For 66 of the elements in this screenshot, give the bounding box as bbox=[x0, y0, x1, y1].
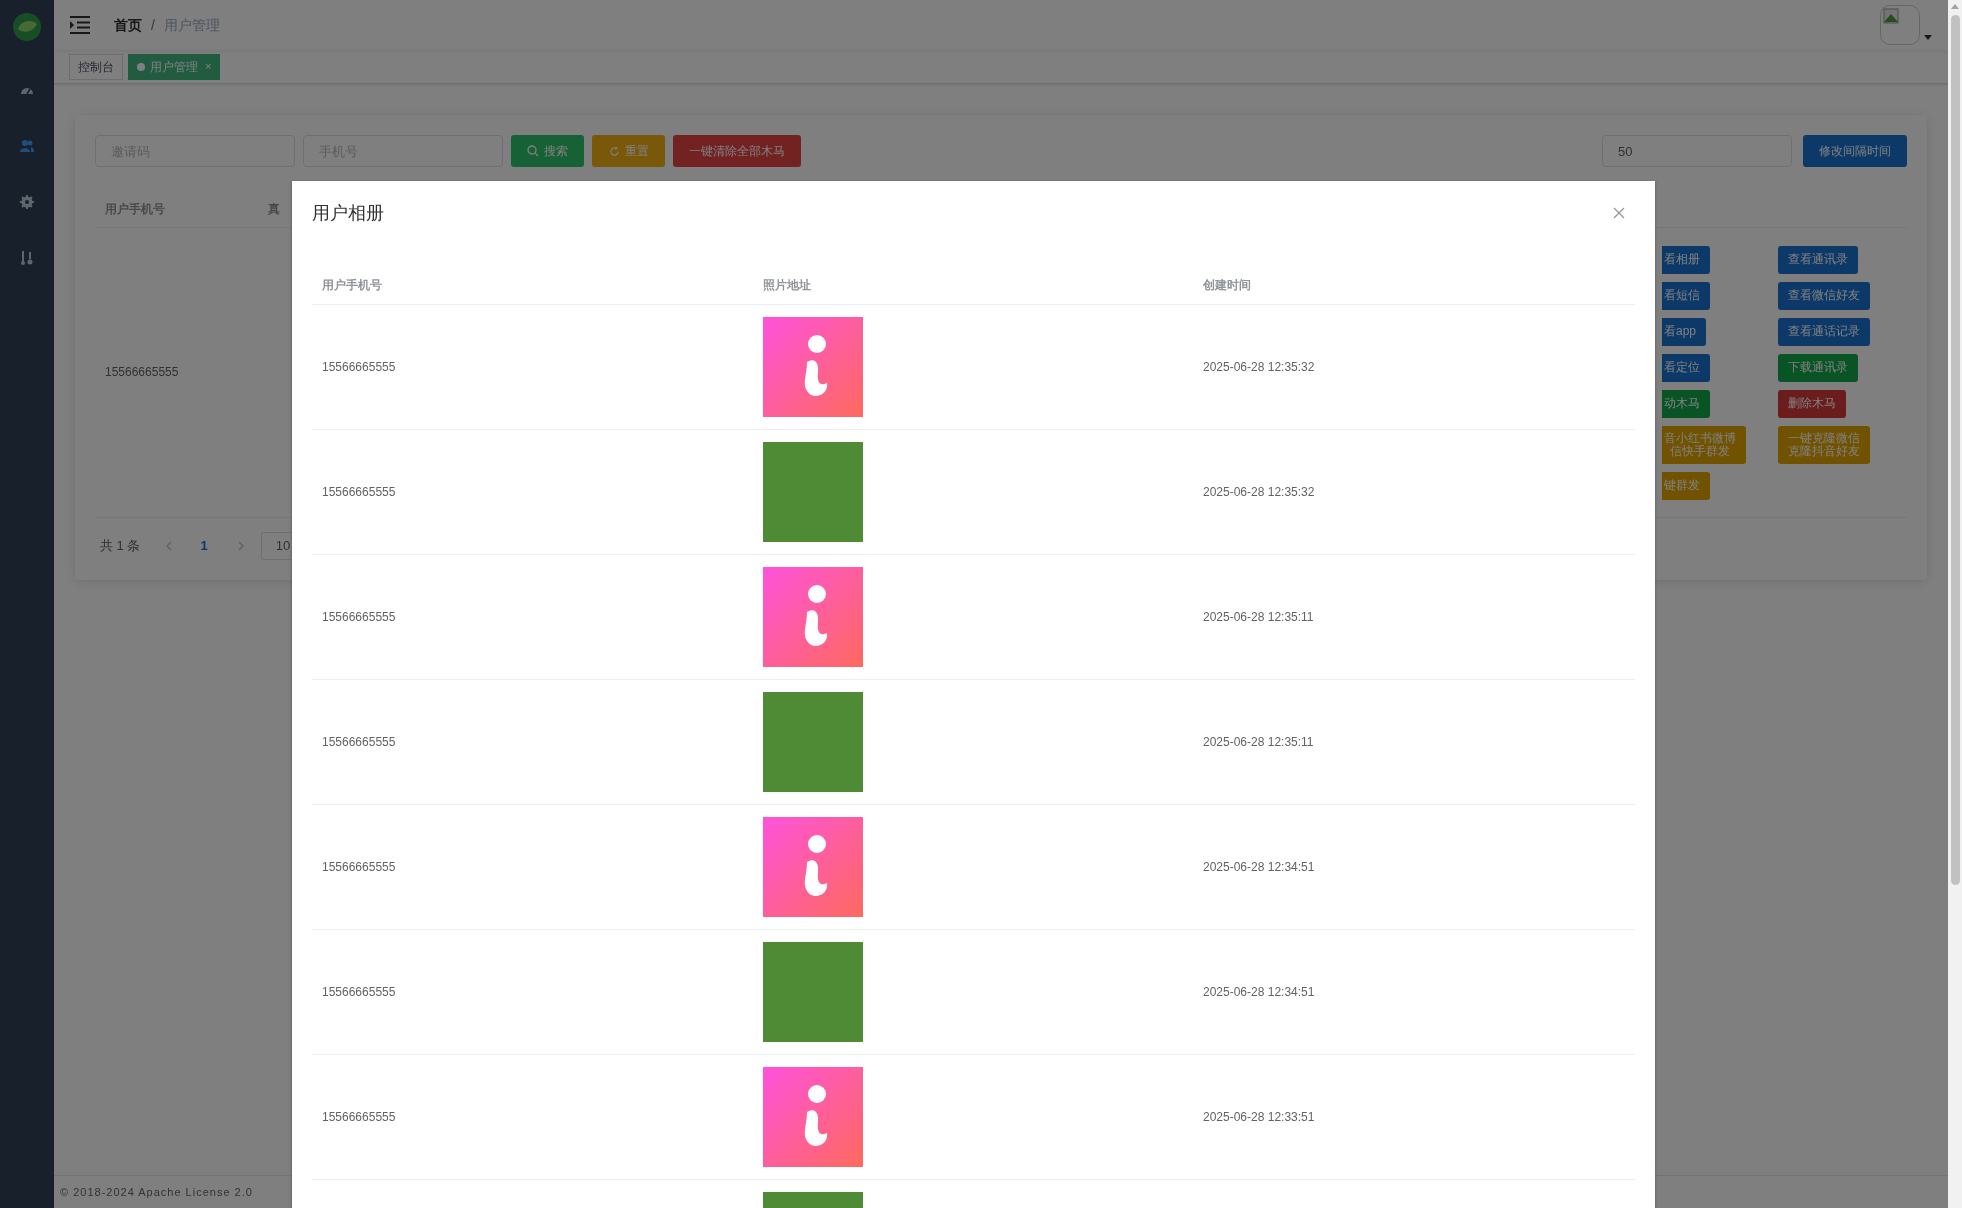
table-cell: 15566665555 bbox=[322, 1110, 396, 1124]
table-cell: 2025-06-28 12:35:32 bbox=[1203, 360, 1315, 374]
action-button[interactable]: 动木马 bbox=[1662, 389, 1710, 418]
danger-button[interactable]: 一键清除全部木马 bbox=[673, 135, 801, 167]
table-cell: 15566665555 bbox=[322, 360, 396, 374]
search-icon bbox=[527, 145, 539, 157]
table-cell: 15566665555 bbox=[322, 485, 396, 499]
tab[interactable]: 用户管理 × bbox=[128, 53, 221, 80]
footer-text: © 2018-2024 Apache License 2.0 bbox=[60, 1184, 253, 1200]
dialog-title: 用户相册 bbox=[312, 201, 384, 225]
column-header: 用户手机号 bbox=[321, 276, 383, 294]
action-button[interactable]: 查看通话记录 bbox=[1778, 317, 1870, 346]
table-cell: 2025-06-28 12:35:11 bbox=[1203, 735, 1314, 749]
table-cell: 2025-06-28 12:33:51 bbox=[1203, 1110, 1315, 1124]
close-icon[interactable] bbox=[1613, 207, 1625, 219]
page-number[interactable]: 1 bbox=[200, 536, 208, 556]
app-icon bbox=[763, 817, 863, 917]
action-button[interactable]: 键群发 bbox=[1662, 471, 1710, 500]
app-icon bbox=[763, 317, 863, 417]
total-count: 共 1 条 bbox=[100, 537, 141, 556]
action-button[interactable]: 看相册 bbox=[1662, 245, 1710, 274]
settings-icon[interactable] bbox=[19, 194, 35, 210]
logo-icon bbox=[12, 12, 42, 42]
app-icon bbox=[763, 567, 863, 667]
broken-image-icon bbox=[1883, 8, 1899, 24]
table-cell: 15566665555 bbox=[322, 985, 396, 999]
action-button[interactable]: 看短信 bbox=[1662, 281, 1710, 310]
breadcrumb-item[interactable]: 首页 bbox=[114, 14, 142, 36]
breadcrumb-separator: / bbox=[151, 15, 155, 35]
table-cell: 15566665555 bbox=[322, 735, 396, 749]
caret-down-icon[interactable] bbox=[1924, 34, 1932, 40]
table-cell: 2025-06-28 12:35:32 bbox=[1203, 485, 1315, 499]
tab[interactable]: 控制台 bbox=[69, 53, 123, 80]
action-button[interactable]: 一键克隆微信 克隆抖音好友 bbox=[1778, 425, 1870, 464]
tab-label: 控制台 bbox=[78, 58, 114, 76]
search-button[interactable]: 搜索 bbox=[511, 135, 584, 167]
column-header: 照片地址 bbox=[762, 276, 812, 294]
reset-button[interactable]: 重置 bbox=[592, 135, 665, 167]
menu-icon[interactable] bbox=[70, 16, 90, 34]
table-cell-text: 15566665555 bbox=[105, 364, 179, 382]
table-cell: 2025-06-28 12:34:51 bbox=[1203, 860, 1315, 874]
chevron-right-icon[interactable] bbox=[237, 541, 245, 551]
action-button[interactable]: 查看通讯录 bbox=[1778, 245, 1858, 274]
action-button[interactable]: 下载通讯录 bbox=[1778, 353, 1858, 382]
action-button[interactable]: 音小红书微博 信快手群发 bbox=[1662, 425, 1746, 464]
action-button[interactable]: 删除木马 bbox=[1778, 389, 1846, 418]
action-button[interactable]: 看定位 bbox=[1662, 353, 1710, 382]
tab-label: 用户管理 bbox=[150, 58, 198, 76]
interval-field[interactable]: 50 bbox=[1602, 135, 1792, 167]
table-cell: 15566665555 bbox=[322, 610, 396, 624]
page-size-select[interactable]: 10 bbox=[260, 532, 291, 560]
app-icon bbox=[763, 1067, 863, 1167]
close-icon[interactable]: × bbox=[205, 58, 212, 75]
avatar-image[interactable] bbox=[1880, 5, 1920, 45]
table-cell: 2025-06-28 12:35:11 bbox=[1203, 610, 1314, 624]
action-button[interactable]: 查看微信好友 bbox=[1778, 281, 1870, 310]
users-icon[interactable] bbox=[19, 138, 35, 154]
chevron-left-icon[interactable] bbox=[165, 541, 173, 551]
tools-icon[interactable] bbox=[19, 250, 35, 266]
action-button[interactable]: 看app bbox=[1662, 317, 1707, 346]
scrollbar[interactable] bbox=[1948, 0, 1962, 1208]
table-cell: 2025-06-28 12:34:51 bbox=[1203, 985, 1315, 999]
update-interval-button[interactable]: 修改间隔时间 bbox=[1803, 135, 1907, 167]
table-cell: 15566665555 bbox=[322, 860, 396, 874]
refresh-icon bbox=[608, 145, 620, 157]
column-header: 创建时间 bbox=[1202, 276, 1252, 294]
